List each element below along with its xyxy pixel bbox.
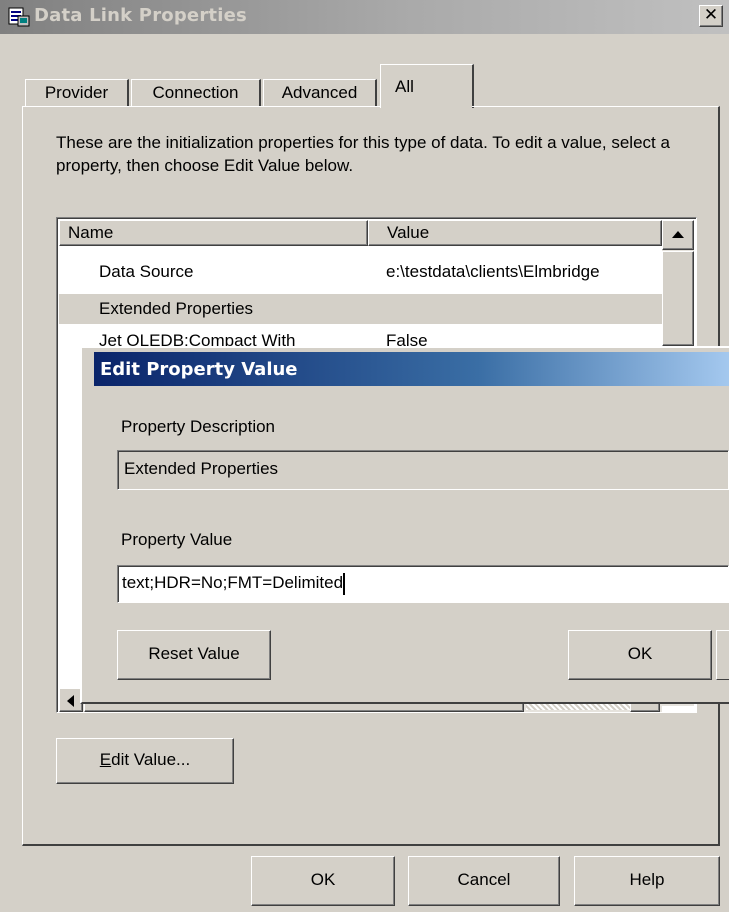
tab-provider-label: Provider (44, 83, 109, 102)
tab-all[interactable]: All (380, 64, 474, 108)
column-header-value[interactable]: Value (368, 220, 662, 246)
help-button[interactable]: Help (574, 856, 720, 906)
text-caret (343, 572, 346, 595)
column-header-name[interactable]: Name (59, 220, 368, 246)
tab-connection[interactable]: Connection (131, 79, 261, 106)
reset-value-button[interactable]: Reset Value (117, 630, 271, 680)
row-name: Jet OLEDB:Compact With (99, 331, 296, 346)
property-description-label: Property Description (121, 417, 276, 436)
tab-advanced[interactable]: Advanced (263, 79, 377, 106)
property-value-label: Property Value (121, 530, 233, 549)
cancel-button-label: Cancel (457, 870, 511, 889)
tab-connection-label: Connection (152, 83, 239, 102)
row-name: Extended Properties (99, 299, 254, 318)
ok-button[interactable]: OK (251, 856, 395, 906)
arrow-up-icon (672, 231, 684, 238)
row-name: Data Source (99, 262, 194, 281)
list-row-selected[interactable]: Extended Properties (59, 294, 662, 324)
arrow-left-icon (67, 695, 74, 707)
help-button-label: Help (629, 870, 665, 889)
property-description-value: Extended Properties (124, 459, 279, 478)
window-title: Data Link Properties (34, 5, 247, 26)
list-row[interactable]: Data Source e:\testdata\clients\Elmbridg… (59, 258, 662, 286)
data-link-icon (8, 7, 30, 27)
close-button[interactable]: ✕ (699, 5, 723, 27)
ok-button-label: OK (310, 870, 336, 889)
row-value: e:\testdata\clients\Elmbridge (386, 262, 600, 281)
property-value-input[interactable]: text;HDR=No;FMT=Delimited (117, 565, 729, 603)
dialog-title: Edit Property Value (100, 359, 298, 380)
edit-value-button[interactable]: Edit Value... (56, 738, 234, 784)
tab-all-label: All (395, 77, 414, 96)
column-header-value-label: Value (387, 223, 430, 242)
close-icon: ✕ (703, 5, 719, 25)
list-row[interactable]: Jet OLEDB:Compact With False (59, 330, 662, 346)
dialog-ok-label: OK (627, 644, 653, 663)
tab-advanced-label: Advanced (281, 83, 358, 102)
cancel-button[interactable]: Cancel (408, 856, 560, 906)
intro-text: These are the initialization properties … (56, 133, 670, 175)
active-tab-gap (381, 105, 472, 108)
dialog-ok-button[interactable]: OK (568, 630, 712, 680)
edit-value-label: dit Value... (111, 750, 191, 769)
property-description-field: Extended Properties (117, 450, 729, 490)
reset-value-label: Reset Value (148, 644, 240, 663)
tab-provider[interactable]: Provider (25, 79, 129, 106)
column-header-name-label: Name (68, 223, 114, 242)
scroll-thumb[interactable] (662, 251, 694, 346)
edit-value-mnemonic: E (99, 750, 112, 769)
scroll-up-button[interactable] (662, 220, 694, 250)
row-value: False (386, 331, 428, 346)
property-value-text: text;HDR=No;FMT=Delimited (122, 573, 344, 592)
dialog-cancel-button-partial[interactable] (716, 630, 729, 680)
